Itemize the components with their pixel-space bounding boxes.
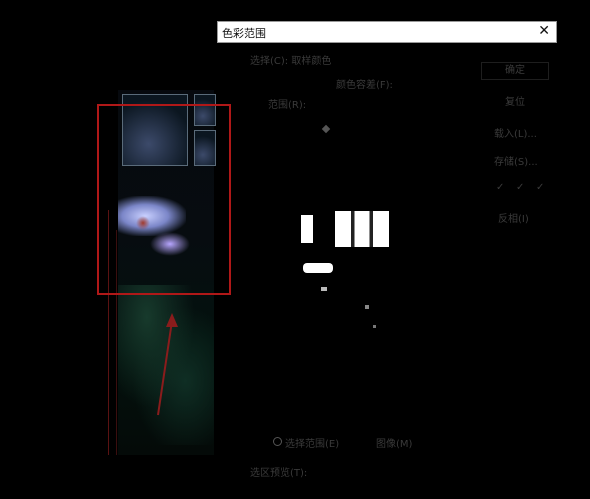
selection-preview[interactable] bbox=[255, 115, 455, 420]
invert-checkbox[interactable]: 反相(I) bbox=[498, 210, 529, 225]
annotation-highlight-box bbox=[97, 104, 231, 295]
mask-speck bbox=[321, 287, 327, 291]
eyedropper-icon[interactable]: ✓ bbox=[496, 182, 504, 193]
eyedropper-plus-icon[interactable]: ✓ bbox=[516, 182, 524, 193]
mask-speck bbox=[365, 305, 369, 309]
fuzziness-label: 颜色容差(F): bbox=[336, 80, 393, 91]
range-label: 范围(R): bbox=[268, 100, 307, 111]
annotation-arrow bbox=[157, 313, 178, 416]
select-dropdown[interactable]: 选择(C): 取样颜色 bbox=[250, 52, 331, 67]
close-icon[interactable]: ✕ bbox=[538, 23, 550, 39]
reset-button[interactable]: 复位 bbox=[505, 93, 525, 108]
selection-preview-dropdown[interactable]: 选区预览(T): bbox=[250, 464, 307, 479]
image-radio-label[interactable]: 图像(M) bbox=[376, 435, 412, 450]
eyedropper-minus-icon[interactable]: ✓ bbox=[536, 182, 544, 193]
ok-button[interactable]: 确定 bbox=[481, 62, 549, 80]
radio-button[interactable] bbox=[273, 437, 282, 446]
dialog-title: 色彩范围 bbox=[222, 27, 266, 40]
mask-region bbox=[335, 211, 389, 247]
mask-speck bbox=[373, 325, 376, 328]
mask-region bbox=[303, 263, 333, 273]
save-button[interactable]: 存储(S)... bbox=[494, 153, 538, 168]
load-button[interactable]: 载入(L)... bbox=[494, 125, 537, 140]
mask-region bbox=[301, 215, 313, 243]
dialog-titlebar: 色彩范围 ✕ bbox=[217, 21, 557, 43]
selection-radio-label[interactable]: 选择范围(E) bbox=[285, 435, 339, 450]
